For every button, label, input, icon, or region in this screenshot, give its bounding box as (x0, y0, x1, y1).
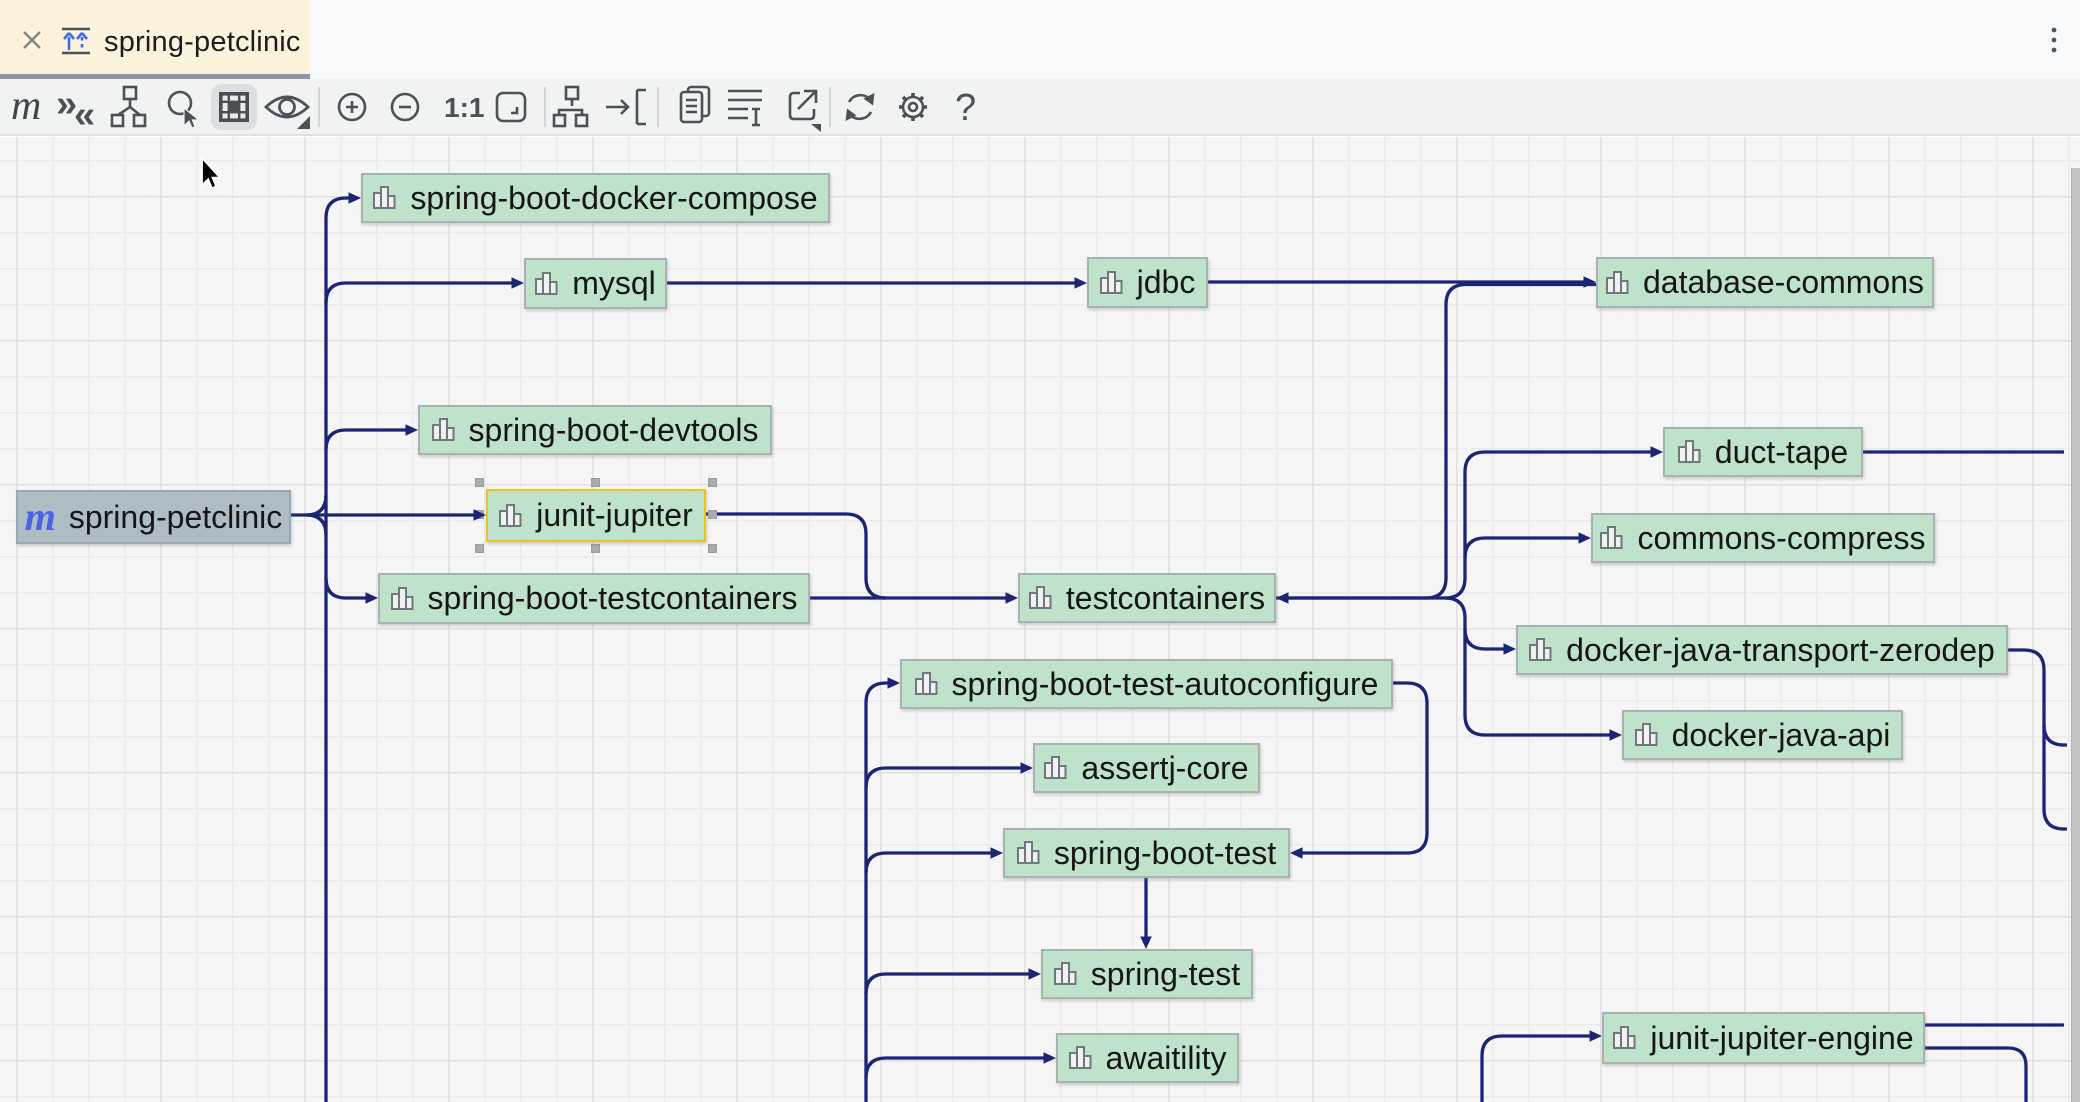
svg-text:m: m (11, 83, 41, 129)
svg-text:?: ? (955, 87, 976, 129)
svg-text:1:1: 1:1 (444, 92, 484, 123)
svg-text:«: « (74, 94, 95, 135)
